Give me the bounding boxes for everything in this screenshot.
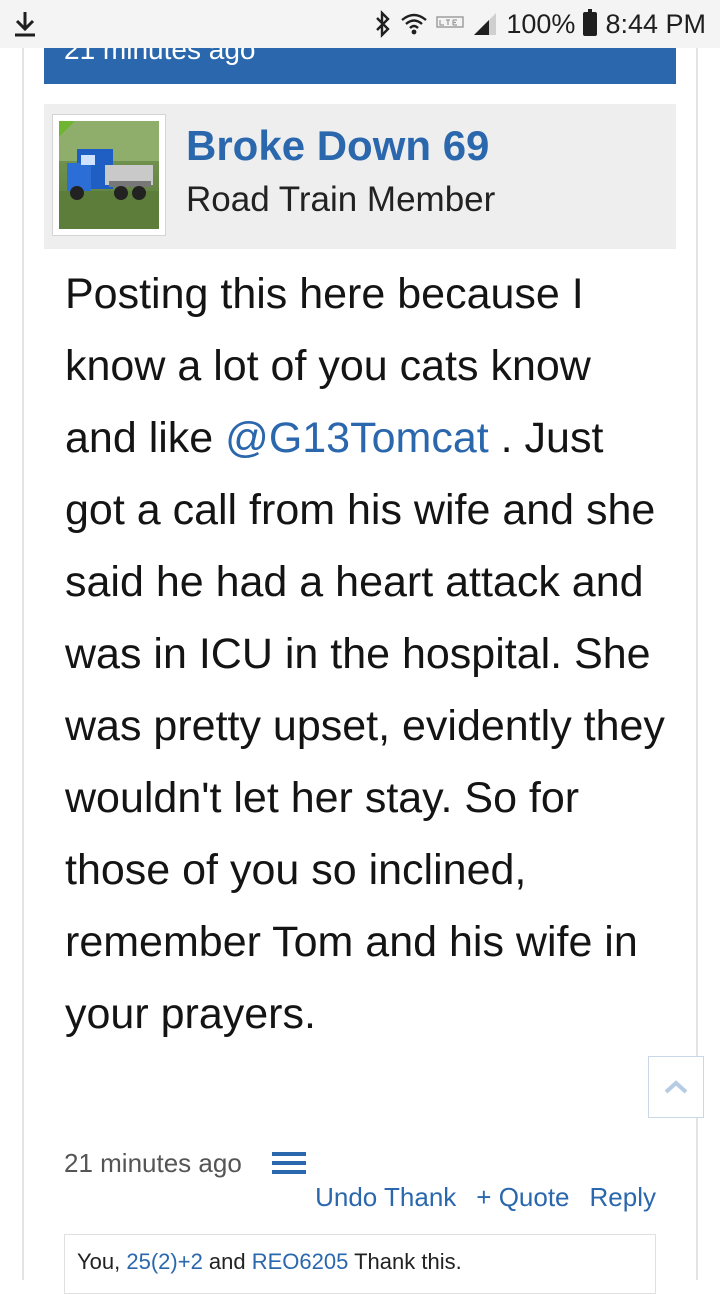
thanks-prefix: You, <box>77 1249 127 1274</box>
previous-post-bar: 21 minutes ago <box>44 48 676 84</box>
avatar[interactable] <box>52 114 166 236</box>
status-flag-icon <box>59 121 81 143</box>
battery-icon <box>583 9 598 36</box>
post-menu-icon[interactable] <box>272 1152 306 1174</box>
thanks-and: and <box>202 1249 252 1274</box>
page-border-left <box>22 48 24 1280</box>
thanks-suffix: Thank this. <box>348 1249 462 1274</box>
post-author-header: Broke Down 69 Road Train Member <box>44 104 676 249</box>
thanks-user-link[interactable]: REO6205 <box>252 1249 349 1274</box>
author-name[interactable]: Broke Down 69 <box>186 122 489 170</box>
post-text-2: . Just got a call from his wife and she … <box>65 414 665 1038</box>
wifi-icon <box>400 11 428 37</box>
chevron-up-icon <box>664 1080 688 1094</box>
quote-button[interactable]: + Quote <box>476 1182 569 1213</box>
bluetooth-icon <box>374 10 392 38</box>
reply-button[interactable]: Reply <box>590 1182 656 1213</box>
user-mention-link[interactable]: @G13Tomcat <box>225 414 489 462</box>
post-body: Posting this here because I know a lot o… <box>65 258 665 1050</box>
post-actions: Undo Thank + Quote Reply <box>315 1182 656 1213</box>
status-bar: 100% 8:44 PM <box>0 0 720 48</box>
thanks-user-link[interactable]: 25(2)+2 <box>126 1249 202 1274</box>
author-title: Road Train Member <box>186 180 496 219</box>
clock: 8:44 PM <box>605 8 706 39</box>
avatar-image <box>59 121 159 229</box>
thanks-summary: You, 25(2)+2 and REO6205 Thank this. <box>64 1234 656 1294</box>
lte-icon <box>436 13 465 35</box>
previous-post-timestamp: 21 minutes ago <box>64 48 256 65</box>
post-timestamp[interactable]: 21 minutes ago <box>64 1148 242 1179</box>
scroll-to-top-button[interactable] <box>648 1056 704 1118</box>
signal-icon <box>472 11 498 37</box>
download-icon <box>12 8 38 40</box>
battery-percent: 100% <box>506 8 576 39</box>
undo-thank-button[interactable]: Undo Thank <box>315 1182 456 1213</box>
